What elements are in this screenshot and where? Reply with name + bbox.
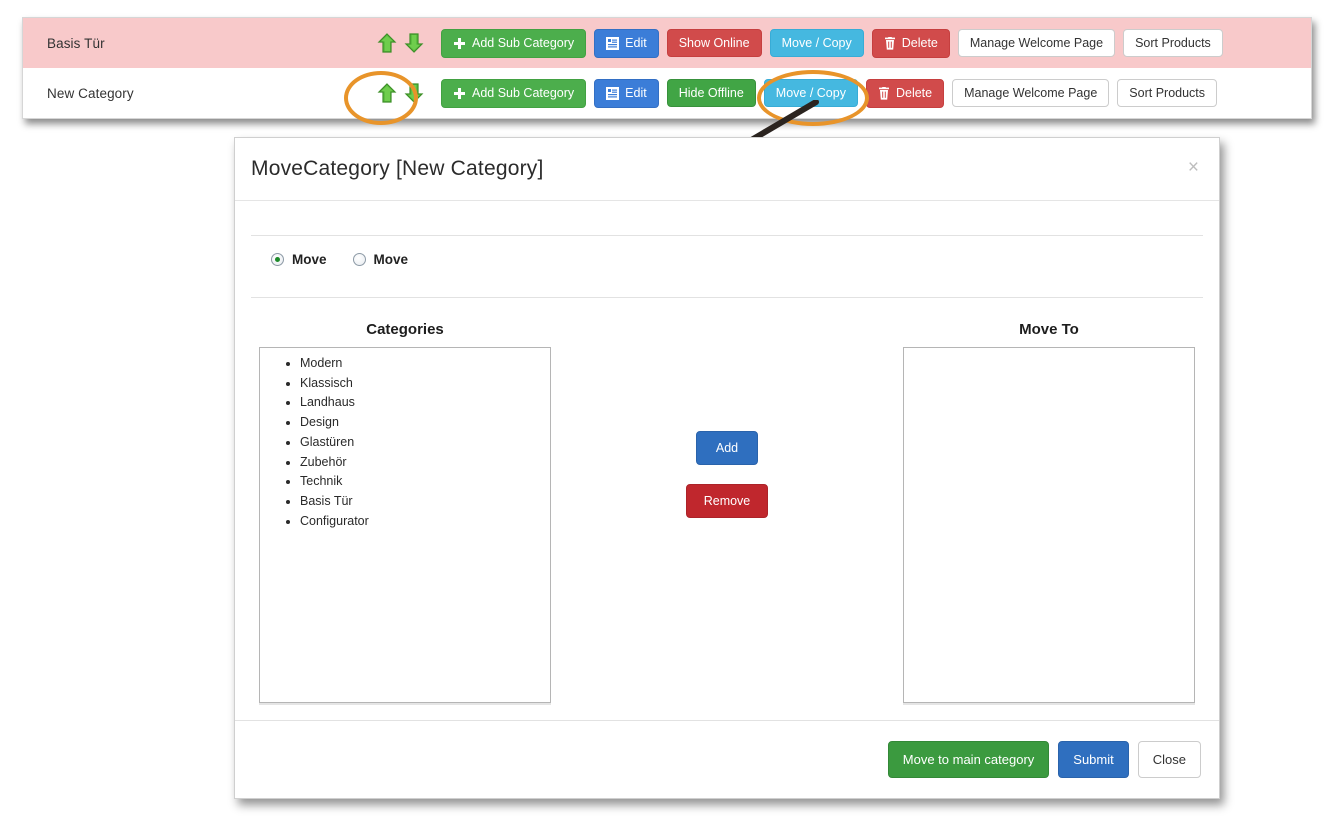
radio-indicator[interactable]: [271, 253, 284, 266]
radio-option-move-2[interactable]: Move: [352, 252, 409, 267]
move-copy-button[interactable]: Move / Copy: [763, 78, 858, 108]
move-copy-label: Move / Copy: [775, 85, 846, 100]
delete-label: Delete: [901, 35, 938, 50]
move-to-main-category-button[interactable]: Move to main category: [887, 741, 1050, 778]
document-list-icon: [606, 86, 620, 100]
list-item[interactable]: Technik: [300, 472, 550, 492]
edit-button[interactable]: Edit: [594, 28, 659, 58]
arrow-up-icon[interactable]: [377, 82, 397, 104]
arrow-up-icon[interactable]: [377, 32, 397, 54]
reorder-arrows: [377, 82, 424, 104]
category-name: Basis Tür: [47, 35, 105, 51]
radio-option-move-1[interactable]: Move: [271, 252, 327, 267]
manage-welcome-page-label: Manage Welcome Page: [969, 35, 1104, 50]
table-row: Basis Tür Add Sub Category Edit Show Onl…: [23, 18, 1311, 68]
modal-footer: Move to main category Submit Close: [235, 720, 1219, 798]
add-sub-category-label: Add Sub Category: [472, 85, 575, 100]
categories-listbox[interactable]: ModernKlassischLandhausDesignGlastürenZu…: [259, 347, 551, 703]
mode-radio-group: Move Move: [251, 236, 1203, 270]
move-category-modal: MoveCategory [New Category] × Move Move …: [234, 137, 1220, 799]
radio-label: Move: [373, 252, 409, 267]
move-copy-label: Move / Copy: [781, 35, 852, 50]
categories-heading: Categories: [366, 321, 444, 338]
categories-list: ModernKlassischLandhausDesignGlastürenZu…: [260, 354, 550, 531]
modal-header: MoveCategory [New Category] ×: [235, 138, 1219, 201]
add-sub-category-button[interactable]: Add Sub Category: [441, 28, 587, 58]
visibility-label: Hide Offline: [678, 85, 744, 100]
transfer-buttons: Add Remove: [551, 321, 903, 703]
source-column: Categories ModernKlassischLandhausDesign…: [259, 321, 551, 703]
plus-icon: [453, 37, 466, 50]
modal-body: Move Move Categories ModernKlassischLand…: [235, 201, 1219, 720]
list-item[interactable]: Configurator: [300, 512, 550, 532]
close-icon[interactable]: ×: [1184, 156, 1203, 179]
delete-button[interactable]: Delete: [871, 28, 950, 58]
move-to-listbox[interactable]: [903, 347, 1195, 703]
close-button[interactable]: Close: [1137, 741, 1201, 778]
delete-label: Delete: [895, 85, 933, 100]
edit-button[interactable]: Edit: [594, 78, 659, 108]
list-item[interactable]: Design: [300, 413, 550, 433]
category-name: New Category: [47, 85, 134, 101]
add-button[interactable]: Add: [696, 431, 758, 465]
plus-icon: [453, 87, 466, 100]
category-list-panel: Basis Tür Add Sub Category Edit Show Onl…: [22, 17, 1312, 119]
arrow-down-icon[interactable]: [404, 82, 424, 104]
table-row: New Category Add Sub Category Edit Hide …: [23, 68, 1311, 118]
list-item[interactable]: Basis Tür: [300, 492, 550, 512]
sort-products-button[interactable]: Sort Products: [1117, 78, 1218, 108]
add-sub-category-label: Add Sub Category: [472, 35, 575, 50]
manage-welcome-page-label: Manage Welcome Page: [964, 85, 1098, 100]
delete-button[interactable]: Delete: [865, 78, 945, 108]
move-copy-button[interactable]: Move / Copy: [769, 28, 864, 58]
radio-indicator[interactable]: [352, 253, 366, 266]
document-list-icon: [606, 36, 620, 50]
radio-label: Move: [292, 252, 327, 267]
modal-title: MoveCategory [New Category]: [251, 157, 544, 180]
edit-label: Edit: [625, 35, 647, 50]
manage-welcome-page-button[interactable]: Manage Welcome Page: [957, 28, 1116, 58]
target-column: Move To: [903, 321, 1195, 703]
arrow-down-icon[interactable]: [404, 32, 424, 54]
list-item[interactable]: Glastüren: [300, 433, 550, 453]
sort-products-label: Sort Products: [1135, 35, 1211, 50]
row-actions: Add Sub Category Edit: [377, 78, 1218, 108]
list-item[interactable]: Modern: [300, 354, 550, 374]
transfer-area: Categories ModernKlassischLandhausDesign…: [251, 321, 1203, 703]
manage-welcome-page-button[interactable]: Manage Welcome Page: [952, 78, 1110, 108]
list-item[interactable]: Landhaus: [300, 393, 550, 413]
list-item[interactable]: Klassisch: [300, 374, 550, 394]
add-sub-category-button[interactable]: Add Sub Category: [441, 78, 587, 108]
screen: Basis Tür Add Sub Category Edit Show Onl…: [0, 0, 1342, 833]
visibility-toggle-button[interactable]: Show Online: [666, 28, 762, 58]
reorder-arrows: [377, 32, 424, 54]
trash-icon: [878, 86, 890, 100]
sort-products-button[interactable]: Sort Products: [1123, 28, 1223, 58]
remove-button[interactable]: Remove: [685, 484, 769, 518]
list-item[interactable]: Zubehör: [300, 453, 550, 473]
trash-icon: [884, 36, 896, 50]
edit-label: Edit: [625, 85, 647, 100]
divider-bottom: [251, 297, 1203, 298]
visibility-label: Show Online: [678, 35, 750, 50]
sort-products-label: Sort Products: [1129, 85, 1206, 100]
row-actions: Add Sub Category Edit: [377, 28, 1223, 58]
move-to-heading: Move To: [1019, 321, 1079, 338]
submit-button[interactable]: Submit: [1058, 741, 1129, 778]
visibility-toggle-button[interactable]: Hide Offline: [666, 78, 756, 108]
